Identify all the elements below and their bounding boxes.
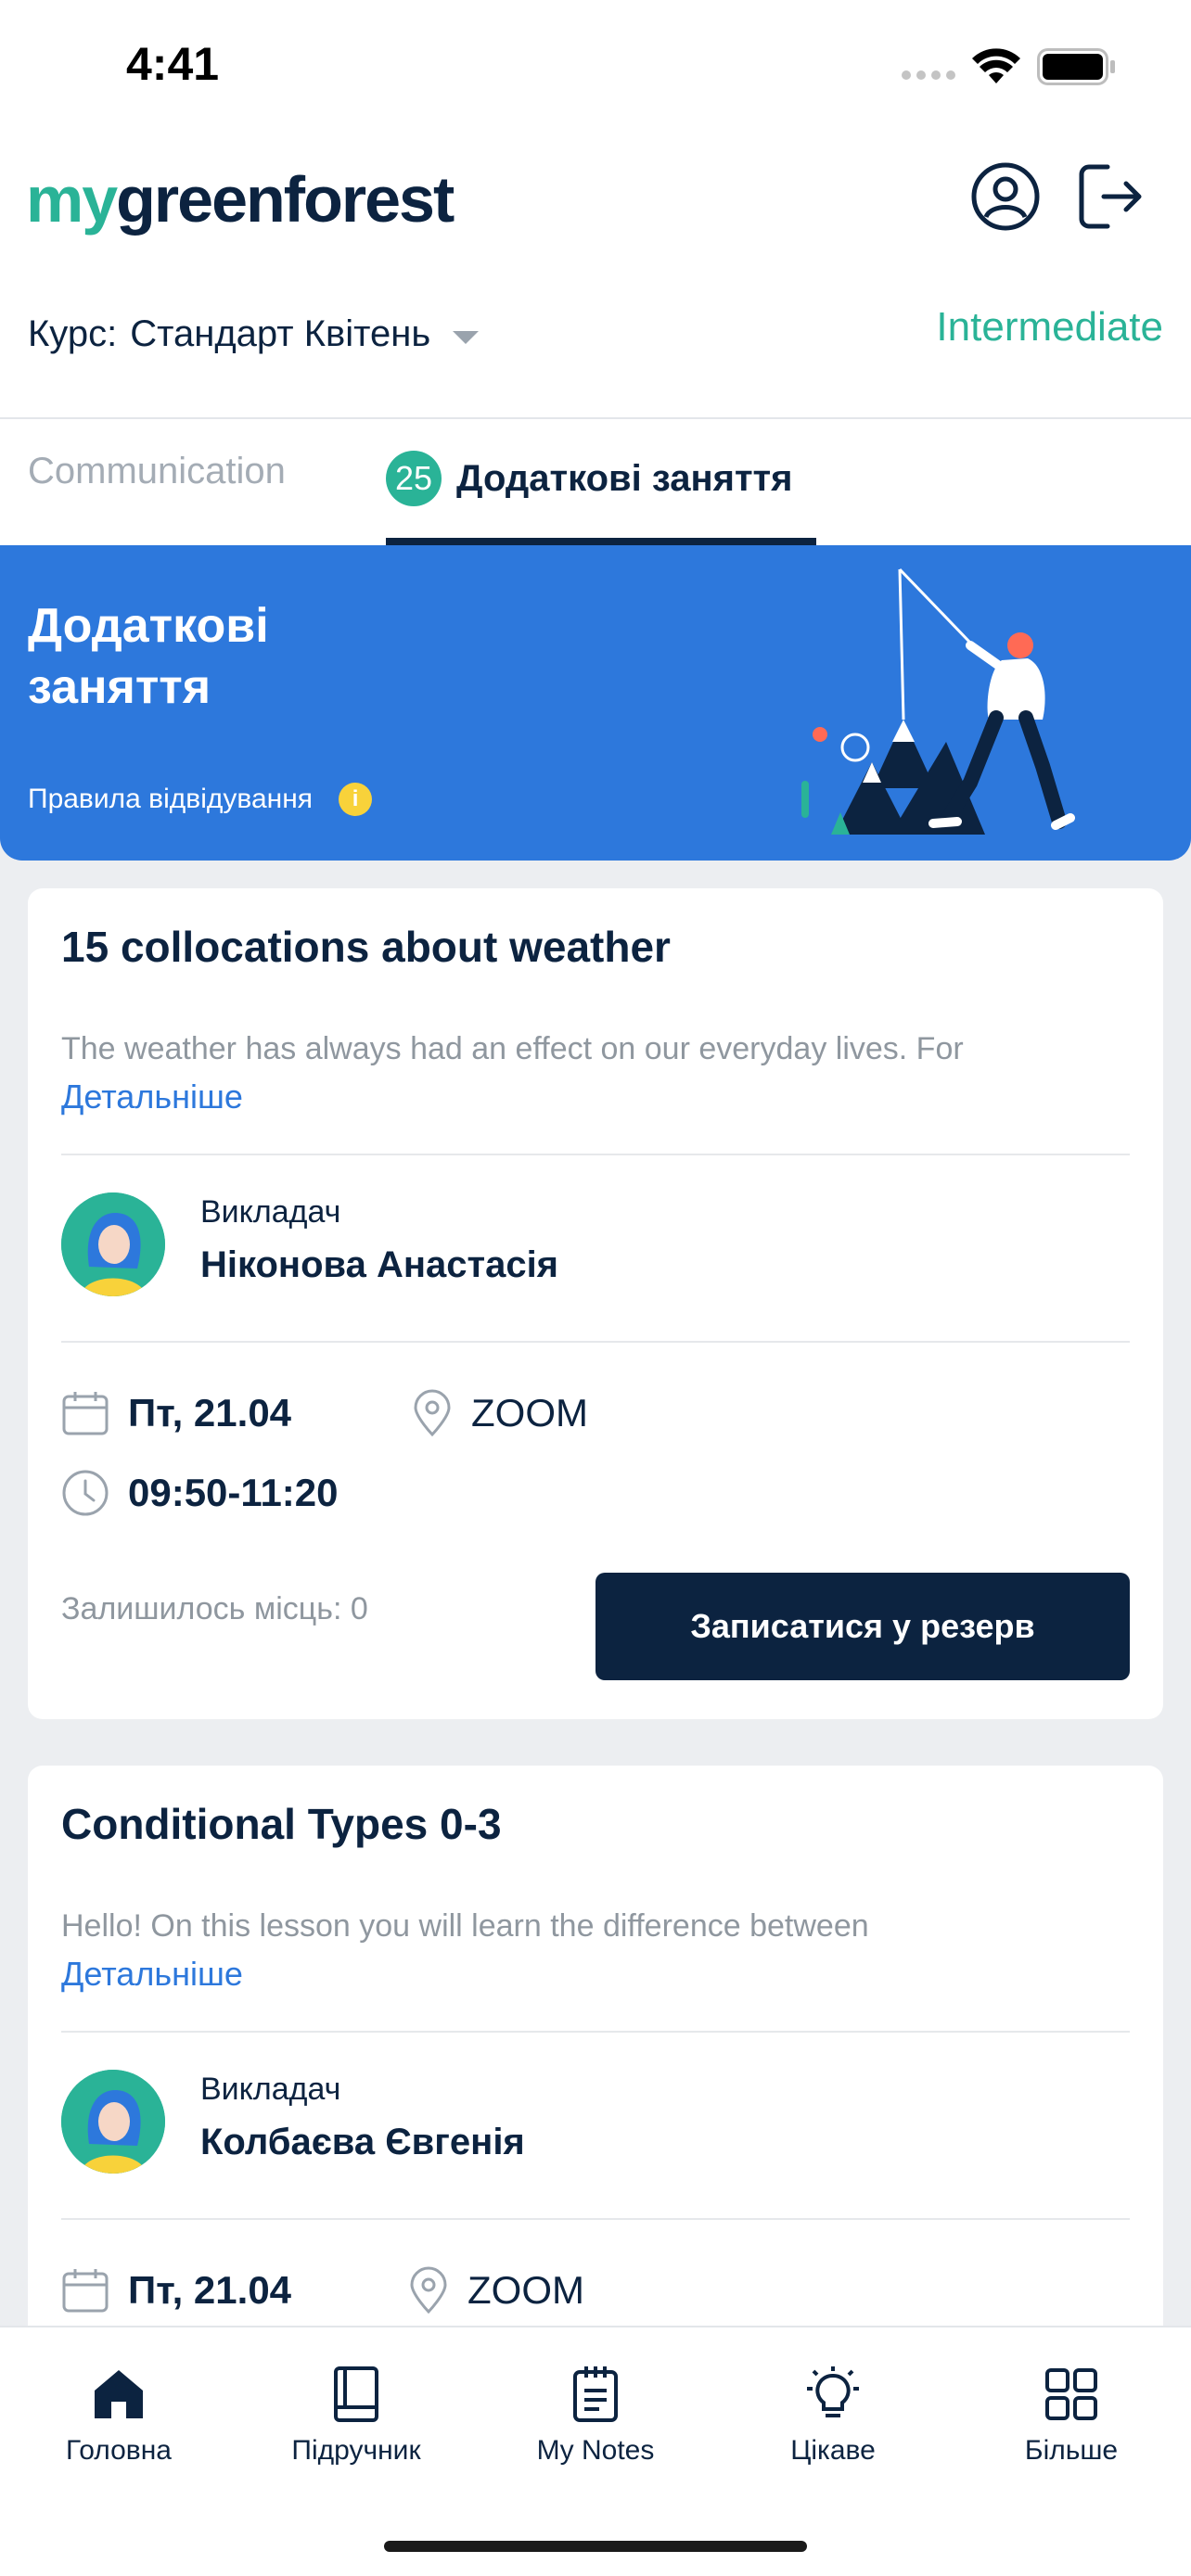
tab-count-badge: 25 — [386, 451, 442, 506]
clock-icon — [62, 1470, 109, 1516]
nav-label: My Notes — [536, 2435, 655, 2466]
lesson-location-value: ZOOM — [467, 2268, 584, 2312]
lesson-date-value: Пт, 21.04 — [128, 1391, 292, 1435]
calendar-icon — [62, 2269, 109, 2313]
divider — [61, 2031, 1130, 2033]
lesson-location: ZOOM — [412, 1389, 588, 1437]
divider — [61, 1341, 1130, 1343]
course-value: Стандарт Квітень — [130, 313, 431, 354]
seats-left: Залишилось місць: 0 — [61, 1591, 368, 1626]
attendance-rules-link[interactable]: Правила відвідування i — [28, 783, 373, 816]
divider — [61, 1154, 1130, 1155]
battery-icon — [1037, 48, 1115, 85]
nav-more[interactable]: Більше — [979, 2365, 1164, 2467]
logout-icon — [1079, 164, 1142, 229]
location-pin-icon — [414, 1389, 451, 1437]
lesson-time: 09:50-11:20 — [61, 1469, 339, 1517]
bottom-nav: Головна Підручник My Notes Цікаве Більше — [0, 2326, 1191, 2576]
tab-communication[interactable]: Communication — [28, 451, 286, 492]
home-icon — [95, 2370, 143, 2418]
home-indicator — [384, 2541, 807, 2552]
calendar-icon — [62, 1392, 109, 1435]
nav-label: Головна — [66, 2435, 172, 2466]
lesson-card: Conditional Types 0-3 Hello! On this les… — [28, 1766, 1163, 2340]
lesson-title: 15 collocations about weather — [61, 923, 671, 971]
nav-label: Підручник — [291, 2435, 421, 2466]
nav-home[interactable]: Головна — [26, 2365, 211, 2467]
banner-title: Додаткові заняття — [28, 599, 269, 714]
level-label: Intermediate — [936, 304, 1163, 350]
location-pin-icon — [410, 2266, 447, 2315]
nav-textbook[interactable]: Підручник — [263, 2365, 449, 2467]
lightbulb-icon — [807, 2366, 859, 2417]
logo-main: greenforest — [116, 163, 455, 236]
active-tab-indicator — [386, 538, 816, 545]
details-link[interactable]: Детальніше — [61, 1955, 243, 1994]
lesson-date: Пт, 21.04 — [61, 1389, 291, 1437]
book-icon — [334, 2366, 378, 2422]
reserve-button[interactable]: Записатися у резерв — [596, 1573, 1130, 1680]
lesson-description: The weather has always had an effect on … — [61, 1031, 964, 1066]
details-link[interactable]: Детальніше — [61, 1078, 243, 1116]
user-icon — [971, 162, 1040, 231]
course-selector[interactable]: Курс: Стандарт Квітень — [28, 313, 480, 355]
teacher-label: Викладач — [200, 2072, 341, 2107]
lesson-title: Conditional Types 0-3 — [61, 1800, 502, 1848]
lesson-card: 15 collocations about weather The weathe… — [28, 888, 1163, 1719]
tab-label: Додаткові заняття — [456, 457, 793, 499]
divider — [61, 2218, 1130, 2220]
lesson-location: ZOOM — [408, 2266, 584, 2315]
wifi-icon — [972, 48, 1020, 83]
teacher-avatar-icon — [61, 1192, 165, 1296]
chevron-down-icon — [453, 330, 480, 344]
nav-interesting[interactable]: Цікаве — [740, 2365, 926, 2467]
lesson-description: Hello! On this lesson you will learn the… — [61, 1908, 869, 1944]
teacher-name: Ніконова Анастасія — [200, 1244, 559, 1285]
logo: mygreenforest — [26, 162, 455, 236]
nav-label: Цікаве — [790, 2435, 876, 2466]
lesson-time-value: 09:50-11:20 — [128, 1471, 339, 1514]
teacher-avatar-icon — [61, 2070, 165, 2174]
teacher-name: Колбаєва Євгенія — [200, 2122, 525, 2162]
lesson-location-value: ZOOM — [471, 1391, 588, 1435]
attendance-rules-label: Правила відвідування — [28, 784, 314, 814]
lesson-date: Пт, 21.04 — [61, 2266, 291, 2315]
logout-button[interactable] — [1076, 161, 1146, 232]
lesson-date-value: Пт, 21.04 — [128, 2268, 292, 2312]
notes-icon — [573, 2366, 618, 2422]
nav-my-notes[interactable]: My Notes — [503, 2365, 688, 2467]
banner-illustration — [801, 567, 1075, 835]
course-label: Курс: — [28, 313, 118, 354]
teacher-label: Викладач — [200, 1194, 341, 1230]
avatar — [61, 1192, 165, 1296]
cellular-signal-icon — [902, 70, 955, 80]
info-icon: i — [339, 783, 373, 816]
tab-additional-lessons[interactable]: 25 Додаткові заняття — [386, 451, 792, 506]
status-time: 4:41 — [126, 38, 220, 90]
grid-icon — [1045, 2368, 1097, 2420]
avatar — [61, 2070, 165, 2174]
profile-button[interactable] — [970, 161, 1041, 232]
nav-label: Більше — [1024, 2435, 1119, 2466]
logo-prefix: my — [26, 163, 118, 236]
